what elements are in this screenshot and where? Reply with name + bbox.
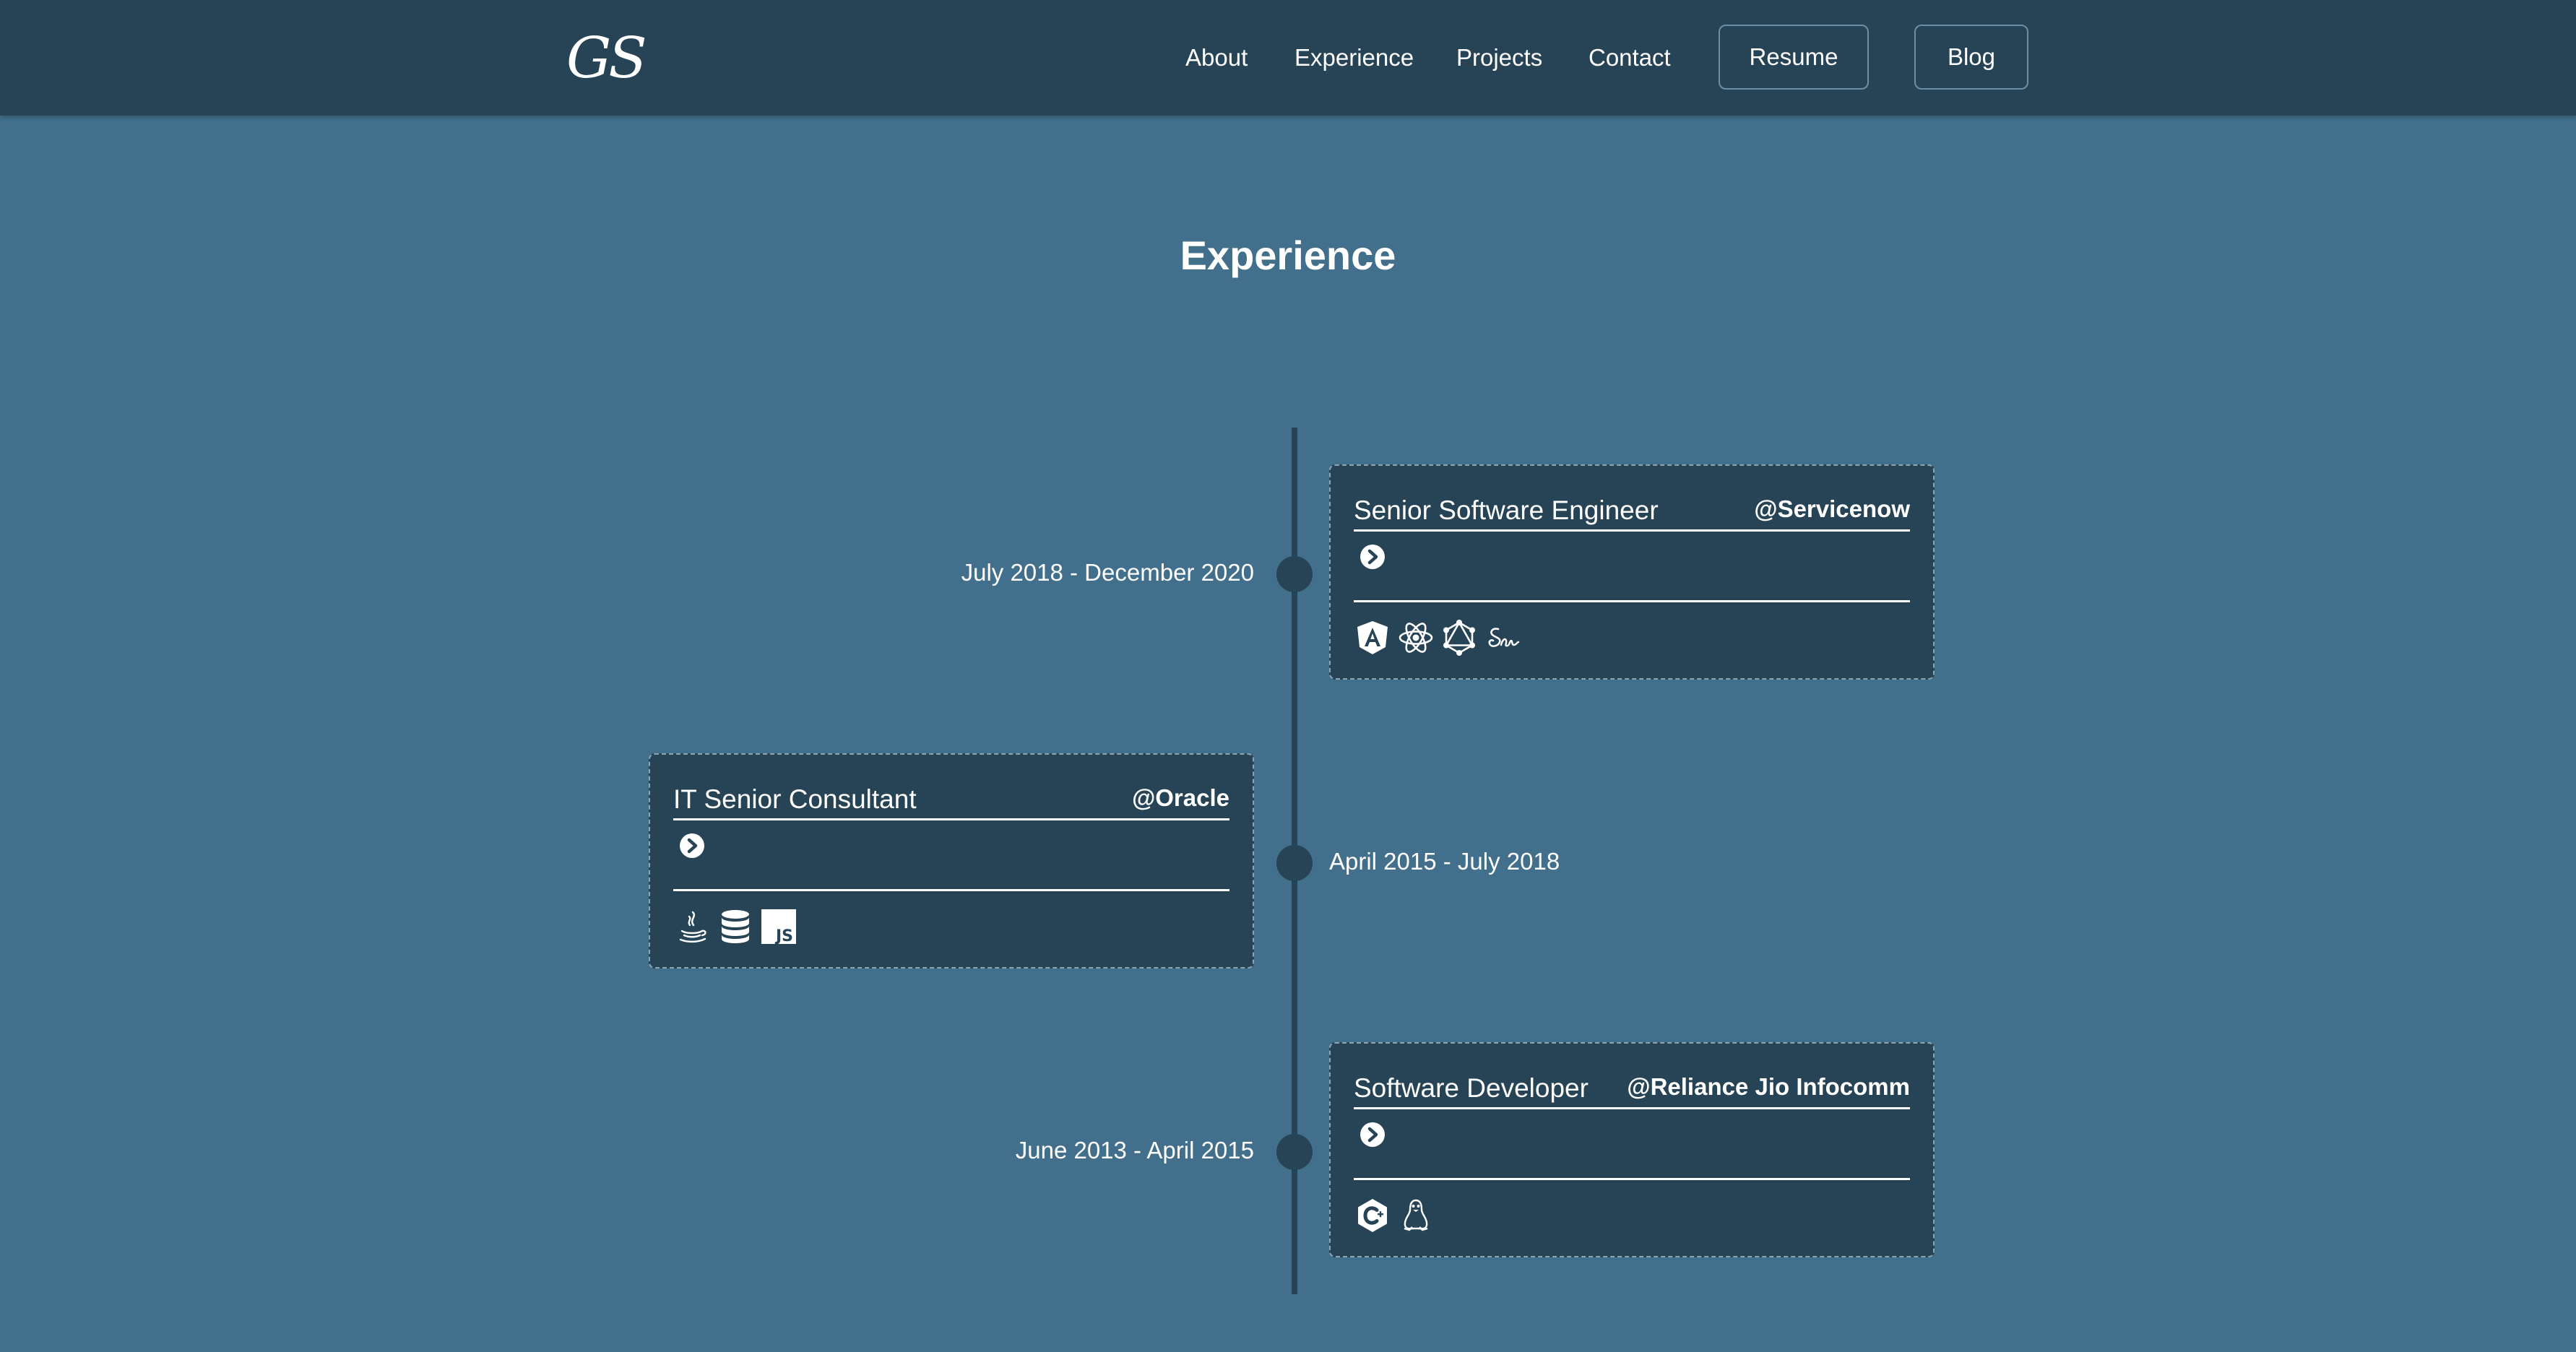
resume-button[interactable]: Resume <box>1719 25 1869 90</box>
graphql-icon <box>1440 619 1478 656</box>
svg-text:JS: JS <box>774 927 793 945</box>
timeline-dot <box>1276 556 1313 592</box>
card-divider <box>673 889 1229 891</box>
card-divider <box>1354 1178 1910 1180</box>
experience-date: July 2018 - December 2020 <box>961 559 1254 586</box>
nav-link-experience[interactable]: Experience <box>1295 40 1414 75</box>
timeline-dot <box>1276 1134 1313 1170</box>
chevron-right-circle-icon[interactable] <box>679 833 705 859</box>
linux-icon <box>1397 1197 1435 1234</box>
job-title: IT Senior Consultant <box>673 784 917 814</box>
job-title: Senior Software Engineer <box>1354 495 1659 525</box>
section-title: Experience <box>1180 233 1396 278</box>
c-plus-plus-icon <box>1354 1197 1391 1234</box>
java-icon <box>673 908 711 945</box>
nav-link-about[interactable]: About <box>1185 40 1248 75</box>
javascript-icon: JS <box>760 908 798 945</box>
experience-card: Senior Software Engineer @Servicenow <box>1329 464 1935 680</box>
navbar: GS About Experience Projects Contact Res… <box>0 0 2576 116</box>
tech-icons: JS <box>673 905 798 948</box>
experience-card: Software Developer @Reliance Jio Infocom… <box>1329 1042 1935 1257</box>
company-name: @Reliance Jio Infocomm <box>1627 1073 1910 1100</box>
nav-link-contact[interactable]: Contact <box>1589 40 1671 75</box>
experience-date: June 2013 - April 2015 <box>1015 1137 1254 1164</box>
experience-card: IT Senior Consultant @Oracle JS <box>649 753 1254 968</box>
blog-button[interactable]: Blog <box>1914 25 2028 90</box>
react-icon <box>1397 619 1435 656</box>
card-header: Software Developer @Reliance Jio Infocom… <box>1354 1070 1910 1109</box>
nav-link-projects[interactable]: Projects <box>1456 40 1542 75</box>
card-divider <box>1354 600 1910 602</box>
experience-date: April 2015 - July 2018 <box>1329 848 1560 875</box>
company-name: @Servicenow <box>1754 495 1910 522</box>
tech-icons <box>1354 1194 1435 1237</box>
company-name: @Oracle <box>1132 784 1229 811</box>
sass-icon <box>1484 619 1521 656</box>
job-title: Software Developer <box>1354 1073 1589 1103</box>
chevron-right-circle-icon[interactable] <box>1360 1122 1386 1148</box>
card-header: IT Senior Consultant @Oracle <box>673 781 1229 820</box>
logo[interactable]: GS <box>566 26 647 91</box>
tech-icons <box>1354 616 1521 659</box>
database-icon <box>717 908 754 945</box>
timeline-dot <box>1276 845 1313 881</box>
chevron-right-circle-icon[interactable] <box>1360 544 1386 570</box>
card-header: Senior Software Engineer @Servicenow <box>1354 492 1910 532</box>
angular-icon <box>1354 619 1391 656</box>
